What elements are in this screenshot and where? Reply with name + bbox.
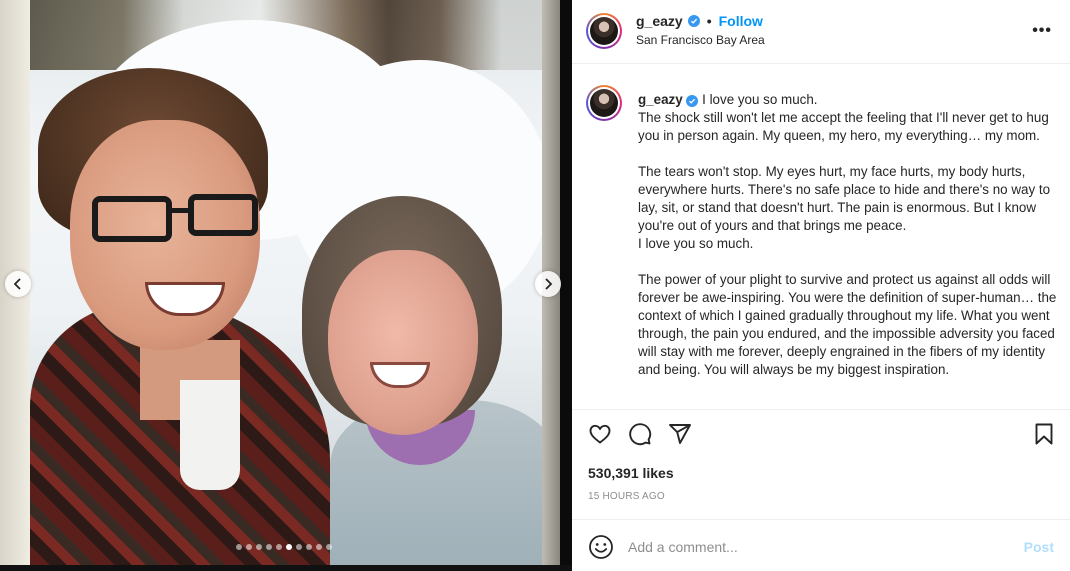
post-comment-button[interactable]: Post bbox=[1024, 539, 1054, 555]
carousel-dot bbox=[246, 544, 252, 550]
carousel-dot bbox=[326, 544, 332, 550]
username-link[interactable]: g_eazy bbox=[636, 13, 683, 29]
glasses-right-lens bbox=[188, 194, 258, 236]
follow-button[interactable]: Follow bbox=[719, 13, 763, 29]
location-link[interactable]: San Francisco Bay Area bbox=[636, 33, 765, 47]
media-right-border bbox=[560, 0, 572, 571]
post-media[interactable] bbox=[0, 0, 572, 571]
avatar-image bbox=[590, 17, 618, 45]
carousel-dot bbox=[256, 544, 262, 550]
action-bar bbox=[572, 420, 1070, 452]
avatar[interactable] bbox=[586, 13, 622, 49]
share-icon bbox=[669, 424, 691, 444]
like-button[interactable] bbox=[586, 420, 614, 448]
carousel-dot bbox=[316, 544, 322, 550]
likes-count[interactable]: 530,391 likes bbox=[588, 465, 674, 481]
avatar-image bbox=[590, 89, 618, 117]
post-sidebar: g_eazy • Follow San Francisco Bay Area •… bbox=[572, 0, 1070, 571]
media-bottom-border bbox=[0, 565, 572, 571]
save-button[interactable] bbox=[1030, 420, 1058, 448]
share-button[interactable] bbox=[666, 420, 694, 448]
carousel-dot bbox=[236, 544, 242, 550]
post-header: g_eazy • Follow San Francisco Bay Area •… bbox=[572, 0, 1070, 64]
chevron-right-icon bbox=[545, 278, 553, 290]
caption-text: g_eazy I love you so much. The shock sti… bbox=[638, 91, 1058, 379]
carousel-dot bbox=[306, 544, 312, 550]
glasses-left-lens bbox=[92, 196, 172, 242]
caption-body: I love you so much. The shock still won'… bbox=[638, 92, 1057, 377]
carousel-next-button[interactable] bbox=[535, 271, 561, 297]
carousel-dot bbox=[266, 544, 272, 550]
carousel-dot bbox=[276, 544, 282, 550]
more-options-icon[interactable]: ••• bbox=[1032, 22, 1052, 40]
carousel-dot bbox=[296, 544, 302, 550]
emoji-icon[interactable] bbox=[588, 534, 614, 560]
bookmark-icon bbox=[1035, 423, 1053, 445]
comment-input[interactable] bbox=[628, 534, 1008, 560]
woman-face bbox=[328, 250, 478, 435]
post-photo bbox=[30, 0, 542, 565]
header-username-row: g_eazy • Follow bbox=[636, 13, 763, 29]
post-timestamp[interactable]: 15 HOURS AGO bbox=[588, 491, 665, 502]
separator-dot: • bbox=[706, 13, 712, 29]
verified-badge-icon bbox=[686, 95, 699, 107]
chevron-left-icon bbox=[13, 278, 21, 290]
comment-bar: Post bbox=[572, 519, 1070, 571]
verified-badge-icon bbox=[687, 15, 700, 27]
carousel-prev-button[interactable] bbox=[5, 271, 31, 297]
carousel-dot bbox=[286, 544, 292, 550]
comment-button[interactable] bbox=[626, 420, 654, 448]
comment-icon bbox=[629, 423, 652, 446]
glasses-bridge bbox=[170, 208, 190, 213]
man-undershirt bbox=[180, 380, 240, 490]
caption-avatar[interactable] bbox=[586, 85, 622, 121]
heart-icon bbox=[589, 424, 611, 444]
caption-username[interactable]: g_eazy bbox=[638, 92, 683, 107]
carousel-indicator bbox=[236, 544, 332, 550]
caption-section[interactable]: g_eazy I love you so much. The shock sti… bbox=[572, 65, 1070, 410]
